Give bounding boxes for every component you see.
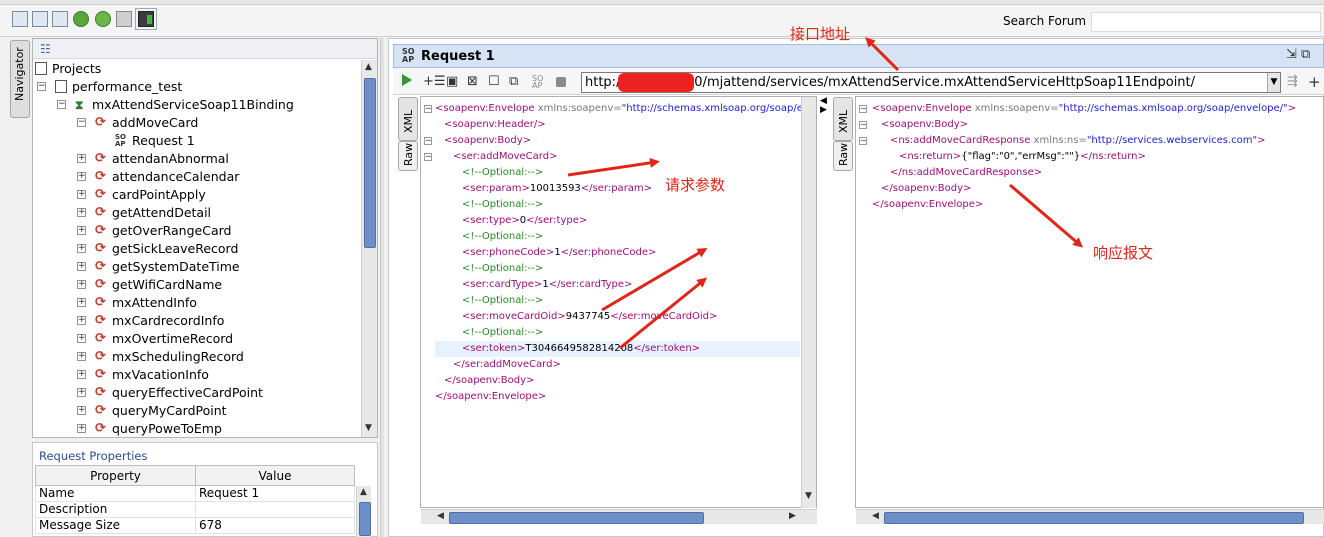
endpoint-arrow (865, 37, 900, 72)
response-annotation: 响应报文 (1093, 244, 1154, 262)
endpoint-annotation: 接口地址 (790, 25, 851, 43)
oid-arrow (619, 277, 708, 350)
params-annotation: 请求参数 (665, 176, 726, 194)
response-arrow (1009, 183, 1084, 248)
token-arrow (601, 247, 708, 312)
annotation-layer (567, 37, 1084, 350)
params-arrow (567, 157, 660, 177)
